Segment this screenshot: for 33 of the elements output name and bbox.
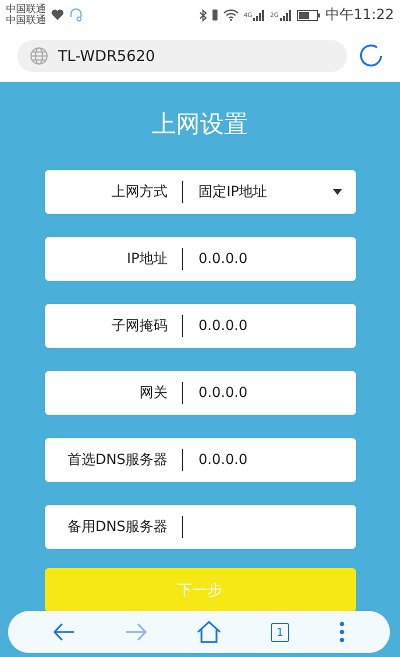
field-label: 备用DNS服务器 <box>66 518 168 536</box>
more-menu-icon[interactable] <box>339 621 345 643</box>
carrier-name: 中国联通 <box>6 4 46 15</box>
input-field[interactable]: 网关 0.0.0.0 <box>44 371 356 415</box>
signal-icon <box>280 10 292 20</box>
home-icon[interactable] <box>197 621 221 643</box>
clock-time: 中午11:22 <box>326 6 394 24</box>
address-bar[interactable]: TL-WDR5620 <box>17 40 347 72</box>
heart-icon <box>51 9 64 21</box>
carrier-name: 中国联通 <box>6 15 46 26</box>
signal-icon <box>253 10 266 20</box>
wifi-icon <box>222 9 239 21</box>
input-field[interactable]: 备用DNS服务器 <box>44 505 356 549</box>
bluetooth-icon <box>198 8 207 22</box>
headset-icon <box>69 8 83 22</box>
url-text: TL-WDR5620 <box>58 47 156 65</box>
field-label: 子网掩码 <box>110 317 168 335</box>
input-field[interactable]: 首选DNS服务器 0.0.0.0 <box>44 438 356 482</box>
input-field[interactable]: 子网掩码 0.0.0.0 <box>44 304 356 348</box>
tab-count-button[interactable]: 1 <box>271 622 289 642</box>
field-label: 上网方式 <box>110 183 168 201</box>
input-field[interactable]: IP地址 0.0.0.0 <box>44 237 356 281</box>
page-title: 上网设置 <box>152 109 248 140</box>
globe-icon <box>30 47 48 65</box>
loading-spinner-icon[interactable] <box>359 44 383 68</box>
dropdown-caret-icon <box>332 189 342 195</box>
dropdown-field[interactable]: 上网方式 固定IP地址 <box>44 170 356 214</box>
back-arrow-icon[interactable] <box>53 623 75 641</box>
field-label: 网关 <box>138 384 168 402</box>
field-label: IP地址 <box>126 250 168 268</box>
vibrate-icon <box>212 9 218 21</box>
battery-icon <box>296 10 321 20</box>
field-label: 首选DNS服务器 <box>66 451 168 469</box>
